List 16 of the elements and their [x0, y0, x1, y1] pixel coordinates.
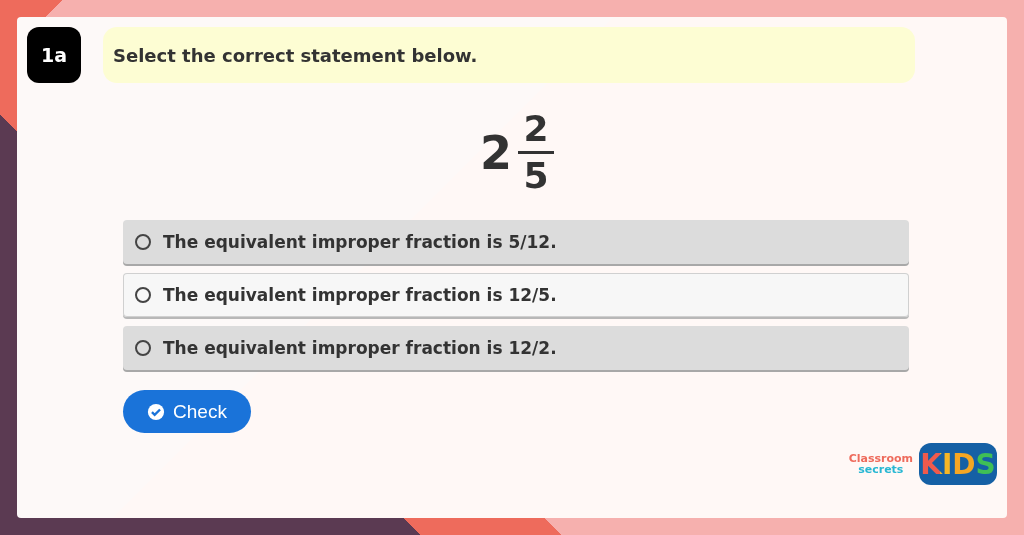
- question-prompt: Select the correct statement below.: [103, 27, 915, 83]
- radio-button[interactable]: [135, 340, 151, 356]
- brand-logo: Classroom secrets: [848, 453, 913, 475]
- answer-option[interactable]: The equivalent improper fraction is 5/12.: [123, 220, 909, 264]
- answer-option[interactable]: The equivalent improper fraction is 12/5.: [123, 273, 909, 317]
- numerator: 2: [523, 109, 549, 149]
- whole-number: 2: [480, 125, 512, 180]
- fraction-bar: [518, 151, 554, 154]
- question-number: 1a: [27, 27, 81, 83]
- kids-badge: KIDS: [919, 443, 997, 485]
- check-button[interactable]: Check: [123, 390, 251, 433]
- denominator: 5: [523, 156, 549, 196]
- radio-button[interactable]: [135, 234, 151, 250]
- answer-option[interactable]: The equivalent improper fraction is 12/2.: [123, 326, 909, 370]
- radio-button[interactable]: [135, 287, 151, 303]
- check-icon: [147, 402, 166, 421]
